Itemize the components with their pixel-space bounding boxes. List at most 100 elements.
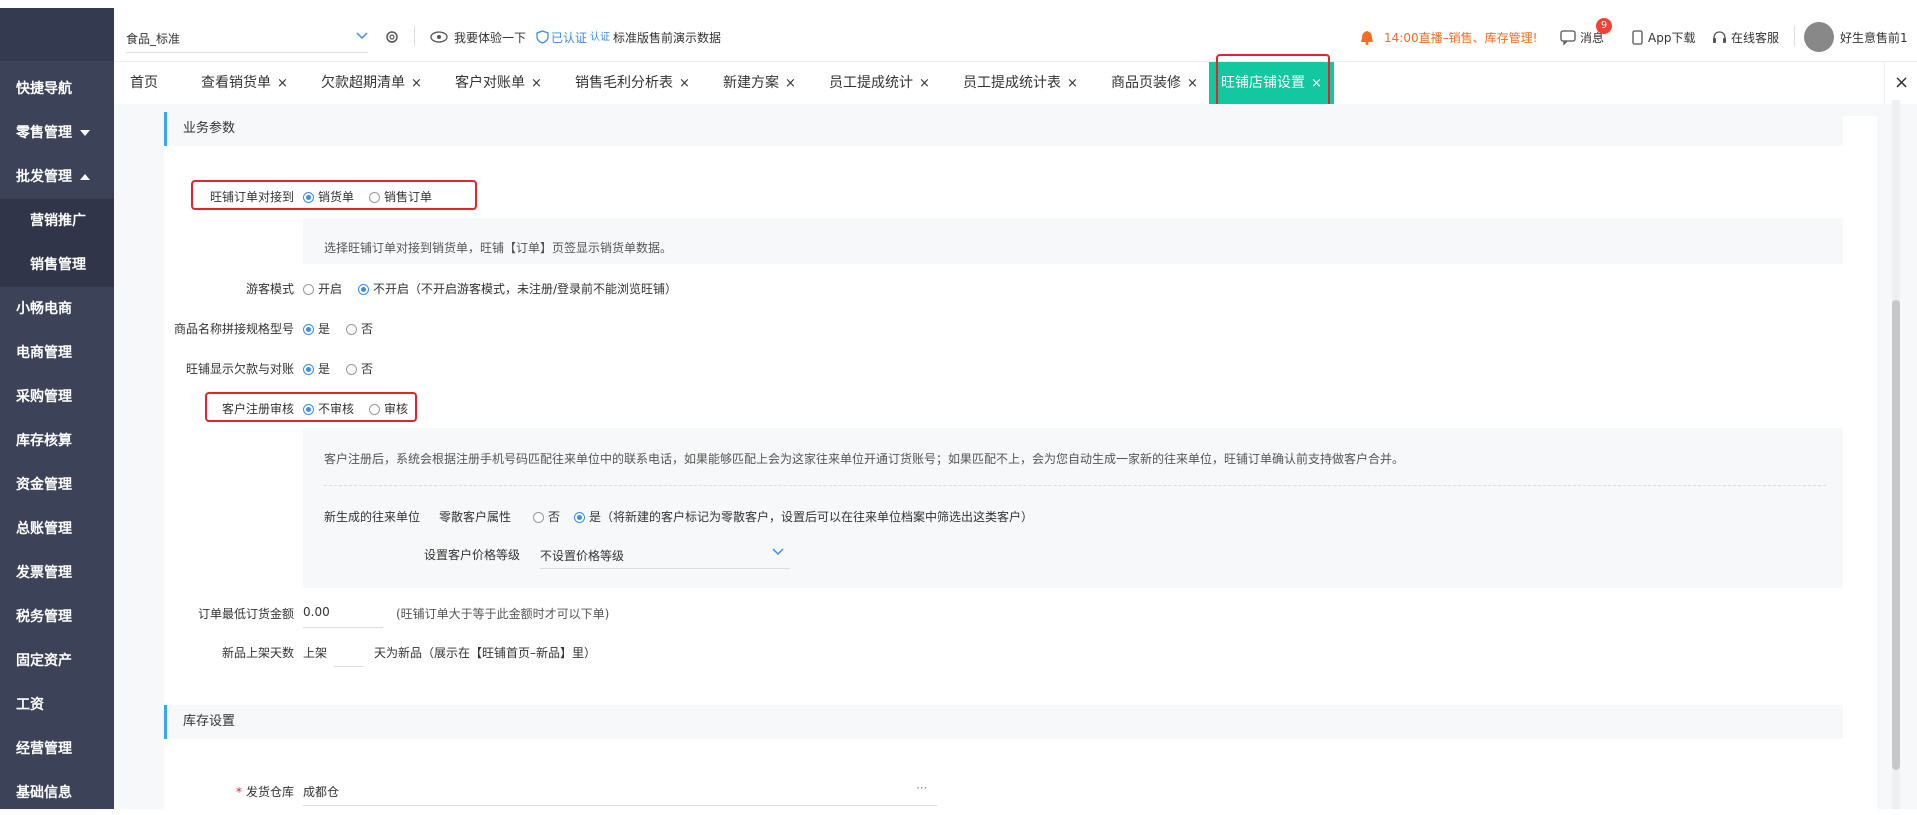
messages-button[interactable]: 消息 xyxy=(1580,8,1604,68)
retail-option-yes[interactable]: 是（将新建的客户标记为零散客户，设置后可以在往来单位档案中筛选出这类客户） xyxy=(574,508,1033,525)
chevron-down-icon xyxy=(772,548,784,556)
tab-page-decor[interactable]: 商品页装修 × xyxy=(1111,62,1198,104)
sidebar-item-retail[interactable]: 零售管理 xyxy=(0,111,114,155)
tab-customer-statement[interactable]: 客户对账单 × xyxy=(455,62,542,104)
highlight-box-order-dock xyxy=(191,180,477,210)
radio-checked[interactable] xyxy=(303,364,314,375)
min-order-hint: (旺铺订单大于等于此金额时才可以下单) xyxy=(396,607,610,621)
tab-commission[interactable]: 员工提成统计 × xyxy=(829,62,930,104)
header-divider xyxy=(1794,26,1795,46)
try-experience-link[interactable]: 我要体验一下 xyxy=(454,8,526,68)
sidebar-item-invoice[interactable]: 发票管理 xyxy=(0,551,114,595)
close-icon[interactable]: × xyxy=(785,76,796,91)
app-download-link[interactable]: App下载 xyxy=(1648,8,1695,68)
sidebar-item-ledger[interactable]: 总账管理 xyxy=(0,507,114,551)
section-title-business: 业务参数 xyxy=(164,112,1843,146)
sidebar-item-basic-info[interactable]: 基础信息 xyxy=(0,771,114,815)
online-service-link[interactable]: 在线客服 xyxy=(1731,8,1779,68)
sidebar-item-quick-nav[interactable]: 快捷导航 xyxy=(0,67,114,111)
sidebar-subitem-marketing[interactable]: 营销推广 xyxy=(0,199,114,243)
sidebar-item-payroll[interactable]: 工资 xyxy=(0,683,114,727)
dashed-divider xyxy=(324,485,1826,486)
register-audit-description: 客户注册后，系统会根据注册手机号码匹配往来单位中的联系电话，如果能够匹配上会为这… xyxy=(324,452,1405,466)
radio-unchecked[interactable] xyxy=(303,284,314,295)
sidebar-item-tax[interactable]: 税务管理 xyxy=(0,595,114,639)
account-select[interactable]: 食品_标准 xyxy=(126,22,368,53)
sidebar-item-operations[interactable]: 经营管理 xyxy=(0,727,114,771)
sidebar-item-inventory[interactable]: 库存核算 xyxy=(0,419,114,463)
new-days-prefix: 上架 xyxy=(303,646,328,660)
tab-commission-table[interactable]: 员工提成统计表 × xyxy=(963,62,1078,104)
sidebar-item-label: 采购管理 xyxy=(16,389,72,405)
sidebar-item-label: 资金管理 xyxy=(16,477,72,493)
new-days-label: 新品上架天数 xyxy=(221,646,294,660)
gear-icon[interactable] xyxy=(384,29,400,45)
show-debt-option-yes[interactable]: 是 xyxy=(303,360,330,377)
tab-gross-profit[interactable]: 销售毛利分析表 × xyxy=(575,62,690,104)
name-spec-option-yes[interactable]: 是 xyxy=(303,320,330,337)
phone-icon xyxy=(1632,30,1643,45)
close-icon[interactable]: × xyxy=(531,76,542,91)
more-icon[interactable]: ··· xyxy=(916,781,927,795)
sidebar-item-label: 总账管理 xyxy=(16,521,72,537)
section-title-stock: 库存设置 xyxy=(164,705,1843,739)
sidebar-item-purchase[interactable]: 采购管理 xyxy=(0,375,114,419)
close-icon[interactable]: × xyxy=(1067,76,1078,91)
tab-home[interactable]: 首页 xyxy=(130,62,158,104)
guest-mode-option-off[interactable]: 不开启（不开启游客模式，未注册/登录前不能浏览旺铺） xyxy=(358,280,677,297)
message-icon xyxy=(1560,30,1576,45)
option-label: 是 xyxy=(318,362,331,376)
sidebar-item-ecommerce-xc[interactable]: 小畅电商 xyxy=(0,287,114,331)
sidebar-item-label: 批发管理 xyxy=(16,169,72,185)
sidebar-item-label: 固定资产 xyxy=(16,653,72,669)
radio-unchecked[interactable] xyxy=(346,364,357,375)
warehouse-select[interactable]: 成都仓 ··· xyxy=(303,775,937,806)
sidebar-item-label: 小畅电商 xyxy=(16,301,72,317)
close-icon[interactable]: × xyxy=(411,76,422,91)
sidebar-item-funds[interactable]: 资金管理 xyxy=(0,463,114,507)
radio-unchecked[interactable] xyxy=(533,512,544,523)
sidebar-item-wholesale[interactable]: 批发管理 xyxy=(0,155,114,199)
close-icon[interactable]: × xyxy=(679,76,690,91)
tab-label: 首页 xyxy=(130,75,158,91)
sidebar-item-ecommerce[interactable]: 电商管理 xyxy=(0,331,114,375)
certified-badge: 认证 xyxy=(590,32,610,43)
tab-view-sales[interactable]: 查看销货单 × xyxy=(201,62,288,104)
certified-label: 已认证 xyxy=(551,31,588,45)
option-label: 不开启（不开启游客模式，未注册/登录前不能浏览旺铺） xyxy=(373,282,678,296)
scrollbar-thumb[interactable] xyxy=(1892,300,1900,770)
price-level-select[interactable]: 不设置价格等级 xyxy=(540,538,790,569)
radio-unchecked[interactable] xyxy=(346,324,357,335)
option-label: 开启 xyxy=(318,282,343,296)
tab-label: 员工提成统计表 xyxy=(963,75,1061,91)
close-icon[interactable]: × xyxy=(919,76,930,91)
min-order-input[interactable] xyxy=(303,597,383,628)
tab-new-plan[interactable]: 新建方案 × xyxy=(723,62,796,104)
radio-checked[interactable] xyxy=(358,284,369,295)
avatar[interactable] xyxy=(1804,22,1834,52)
sidebar-item-label: 销售管理 xyxy=(30,257,86,273)
top-header: 食品_标准 我要体验一下 已认证 认证 标准版售前演示数据 14:00直播–销售… xyxy=(114,8,1917,62)
header-divider xyxy=(414,26,415,46)
name-spec-option-no[interactable]: 否 xyxy=(346,320,373,337)
new-days-input[interactable] xyxy=(334,636,364,667)
tab-label: 员工提成统计 xyxy=(829,75,913,91)
radio-checked[interactable] xyxy=(574,512,585,523)
tab-overdue[interactable]: 欠款超期清单 × xyxy=(321,62,422,104)
guest-mode-label: 游客模式 xyxy=(245,282,294,296)
live-broadcast-link[interactable]: 14:00直播–销售、库存管理! xyxy=(1384,8,1537,68)
close-icon[interactable]: × xyxy=(1187,76,1198,91)
radio-checked[interactable] xyxy=(303,324,314,335)
sidebar-subitem-sales[interactable]: 销售管理 xyxy=(0,243,114,287)
option-label: 否 xyxy=(361,322,374,336)
close-all-tabs-icon[interactable]: × xyxy=(1894,62,1909,104)
chevron-down-icon xyxy=(356,32,368,40)
retail-option-no[interactable]: 否 xyxy=(533,508,560,525)
sidebar-item-fixed-assets[interactable]: 固定资产 xyxy=(0,639,114,683)
user-name[interactable]: 好生意售前1 xyxy=(1840,8,1908,68)
warehouse-value: 成都仓 xyxy=(303,785,340,799)
price-level-value: 不设置价格等级 xyxy=(540,549,625,563)
close-icon[interactable]: × xyxy=(277,76,288,91)
show-debt-option-no[interactable]: 否 xyxy=(346,360,373,377)
guest-mode-option-on[interactable]: 开启 xyxy=(303,280,342,297)
